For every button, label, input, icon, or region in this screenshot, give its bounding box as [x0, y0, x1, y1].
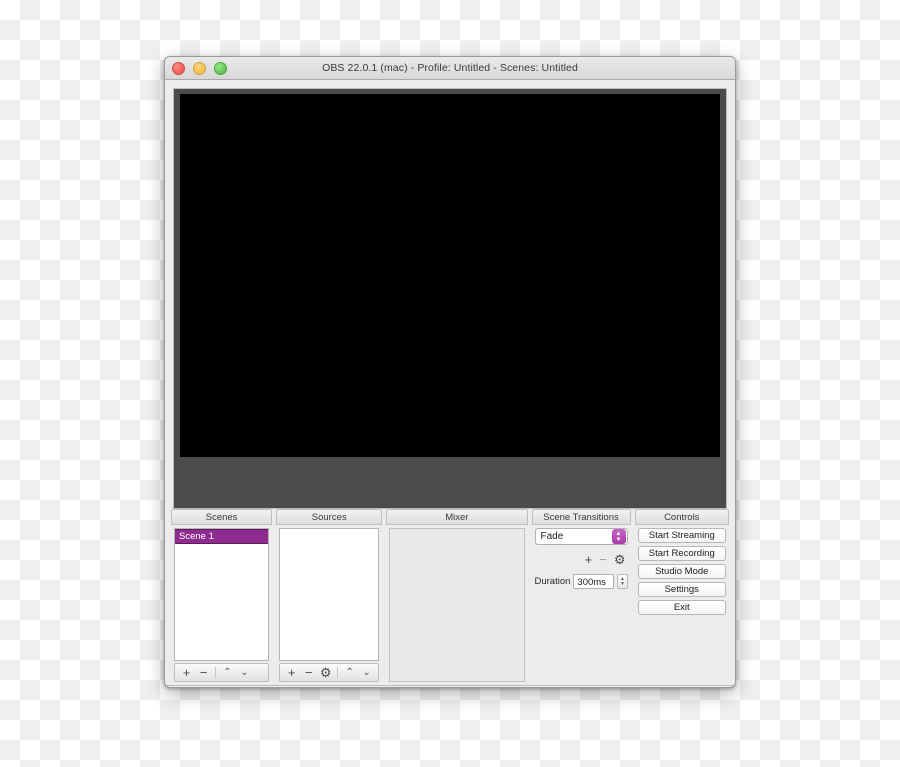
dock-row: Scenes Scene 1 + − ⌃ ⌄ Sources + − ⚙ ⌃ ⌄…	[165, 509, 735, 685]
dock-body-controls: Start Streaming Start Recording Studio M…	[635, 525, 730, 685]
status-bar: LIVE: 00:00:00 REC: 00:00:00 CPU: 0.9%, …	[165, 685, 735, 687]
window-title-bar[interactable]: OBS 22.0.1 (mac) - Profile: Untitled - S…	[165, 57, 735, 80]
transition-actions: + − ⚙	[535, 550, 628, 568]
scenes-list[interactable]: Scene 1	[174, 528, 270, 661]
dock-controls: Controls Start Streaming Start Recording…	[634, 509, 730, 685]
move-scene-up-icon[interactable]: ⌃	[219, 664, 236, 681]
dock-sources: Sources + − ⚙ ⌃ ⌄	[276, 509, 383, 685]
close-button[interactable]	[172, 61, 185, 75]
studio-mode-button[interactable]: Studio Mode	[637, 564, 727, 579]
add-source-button[interactable]: +	[283, 664, 300, 681]
dock-body-scenes: Scene 1 + − ⌃ ⌄	[171, 525, 272, 685]
obs-main-window: OBS 22.0.1 (mac) - Profile: Untitled - S…	[164, 56, 736, 688]
preview-wrapper	[165, 80, 735, 509]
minimize-button[interactable]	[193, 61, 206, 75]
start-streaming-button[interactable]: Start Streaming	[637, 528, 727, 543]
remove-source-button[interactable]: −	[300, 664, 317, 681]
source-properties-gear-icon[interactable]: ⚙	[317, 664, 334, 681]
dock-title-scene-transitions: Scene Transitions	[531, 509, 631, 525]
dock-title-controls: Controls	[634, 509, 730, 525]
dock-body-mixer	[386, 525, 527, 685]
toolbar-divider	[215, 667, 216, 678]
zoom-button[interactable]	[214, 61, 227, 75]
dock-title-sources: Sources	[276, 509, 383, 525]
dock-title-mixer: Mixer	[386, 509, 528, 525]
duration-input[interactable]: 300ms	[573, 574, 615, 589]
transition-select[interactable]: Fade ▲ ▼	[534, 528, 628, 545]
move-source-down-icon[interactable]: ⌄	[358, 664, 375, 681]
window-controls	[172, 57, 227, 79]
window-title: OBS 22.0.1 (mac) - Profile: Untitled - S…	[322, 62, 578, 74]
settings-button[interactable]: Settings	[637, 582, 727, 597]
toolbar-divider	[337, 667, 339, 678]
sources-list[interactable]	[279, 528, 380, 661]
exit-button[interactable]: Exit	[637, 600, 727, 615]
preview-canvas[interactable]	[180, 94, 720, 457]
remove-scene-button[interactable]: −	[195, 664, 212, 681]
stepper-down-glyph: ▼	[619, 580, 625, 587]
dock-mixer: Mixer	[386, 509, 528, 685]
add-transition-button[interactable]: +	[585, 553, 593, 566]
duration-stepper[interactable]: ▲ ▼	[617, 574, 628, 589]
transition-select-value: Fade	[540, 531, 564, 542]
list-item[interactable]: Scene 1	[175, 529, 269, 544]
chevron-down-glyph: ▼	[615, 536, 622, 543]
dock-scene-transitions: Scene Transitions Fade ▲ ▼ + − ⚙ Duratio…	[531, 509, 631, 685]
move-scene-down-icon[interactable]: ⌄	[236, 664, 253, 681]
scenes-toolbar: + − ⌃ ⌄	[174, 663, 270, 682]
preview-area[interactable]	[173, 88, 727, 509]
transition-properties-gear-icon[interactable]: ⚙	[614, 553, 626, 566]
dock-scenes: Scenes Scene 1 + − ⌃ ⌄	[171, 509, 273, 685]
sources-toolbar: + − ⚙ ⌃ ⌄	[279, 663, 380, 682]
move-source-up-icon[interactable]: ⌃	[341, 664, 358, 681]
dock-body-sources: + − ⚙ ⌃ ⌄	[276, 525, 382, 685]
dock-title-scenes: Scenes	[171, 509, 273, 525]
transition-duration-row: Duration 300ms ▲ ▼	[535, 574, 628, 589]
dock-body-scene-transitions: Fade ▲ ▼ + − ⚙ Duration 300ms ▲ ▼	[532, 525, 631, 685]
duration-label: Duration	[534, 576, 571, 587]
add-scene-button[interactable]: +	[178, 664, 195, 681]
remove-transition-button[interactable]: −	[599, 553, 607, 566]
start-recording-button[interactable]: Start Recording	[637, 546, 727, 561]
chevron-updown-icon[interactable]: ▲ ▼	[611, 529, 626, 544]
mixer-channel-area[interactable]	[389, 528, 525, 682]
